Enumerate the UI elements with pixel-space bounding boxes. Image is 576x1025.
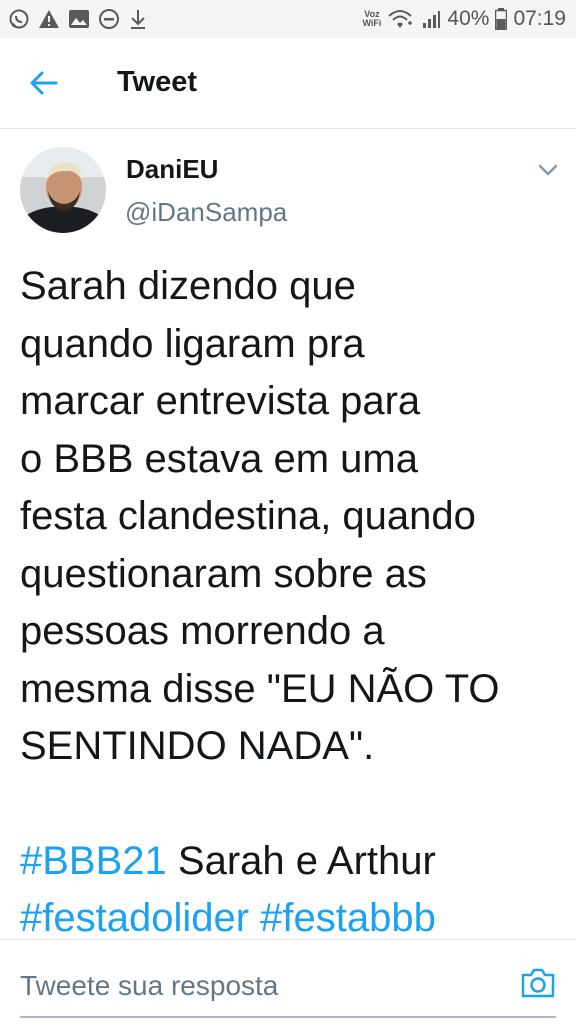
reply-input-underline bbox=[20, 1016, 556, 1018]
reply-input[interactable] bbox=[20, 966, 490, 1006]
clock: 07:19 bbox=[513, 7, 566, 30]
author-handle[interactable]: @iDanSampa bbox=[125, 197, 287, 228]
warning-icon bbox=[39, 10, 59, 28]
avatar-photo bbox=[20, 147, 106, 233]
back-button[interactable] bbox=[26, 68, 62, 98]
hashtag-link[interactable]: #festadolider bbox=[20, 896, 249, 940]
wifi-icon bbox=[388, 10, 413, 28]
tweet-body-text: Sarah dizendo que quando ligaram pra mar… bbox=[20, 264, 500, 768]
do-not-disturb-icon bbox=[99, 9, 119, 29]
reply-bar bbox=[0, 939, 576, 1025]
camera-button[interactable] bbox=[520, 967, 556, 999]
signal-icon bbox=[423, 11, 441, 28]
battery-icon bbox=[495, 8, 508, 30]
image-icon bbox=[69, 10, 89, 28]
avatar[interactable] bbox=[20, 147, 106, 233]
system-icons: Voz WiFi 40% 07:19 bbox=[356, 7, 566, 31]
whatsapp-icon bbox=[9, 9, 29, 29]
download-icon bbox=[131, 10, 145, 29]
status-bar: Voz WiFi 40% 07:19 bbox=[0, 0, 576, 38]
arrow-left-icon bbox=[30, 71, 58, 95]
tweet-hashtags: #BBB21 Sarah e Arthur #festadolider #fes… bbox=[20, 833, 565, 948]
notification-icons bbox=[8, 8, 156, 30]
tweet-inline-text: Sarah e Arthur bbox=[166, 838, 436, 883]
top-app-bar: Tweet bbox=[0, 38, 576, 129]
hashtag-link[interactable]: #festabbb bbox=[260, 896, 436, 940]
camera-icon bbox=[521, 968, 555, 998]
tweet-menu-button[interactable] bbox=[537, 162, 559, 178]
hashtag-link[interactable]: #BBB21 bbox=[20, 839, 167, 883]
page-title: Tweet bbox=[117, 66, 198, 98]
chevron-down-icon bbox=[538, 164, 558, 176]
voz-wifi-label: Voz WiFi bbox=[362, 9, 382, 28]
battery-percentage: 40% bbox=[447, 7, 490, 30]
author-name[interactable]: DaniEU bbox=[126, 154, 218, 185]
tweet-text: Sarah dizendo que quando ligaram pra mar… bbox=[20, 258, 565, 948]
